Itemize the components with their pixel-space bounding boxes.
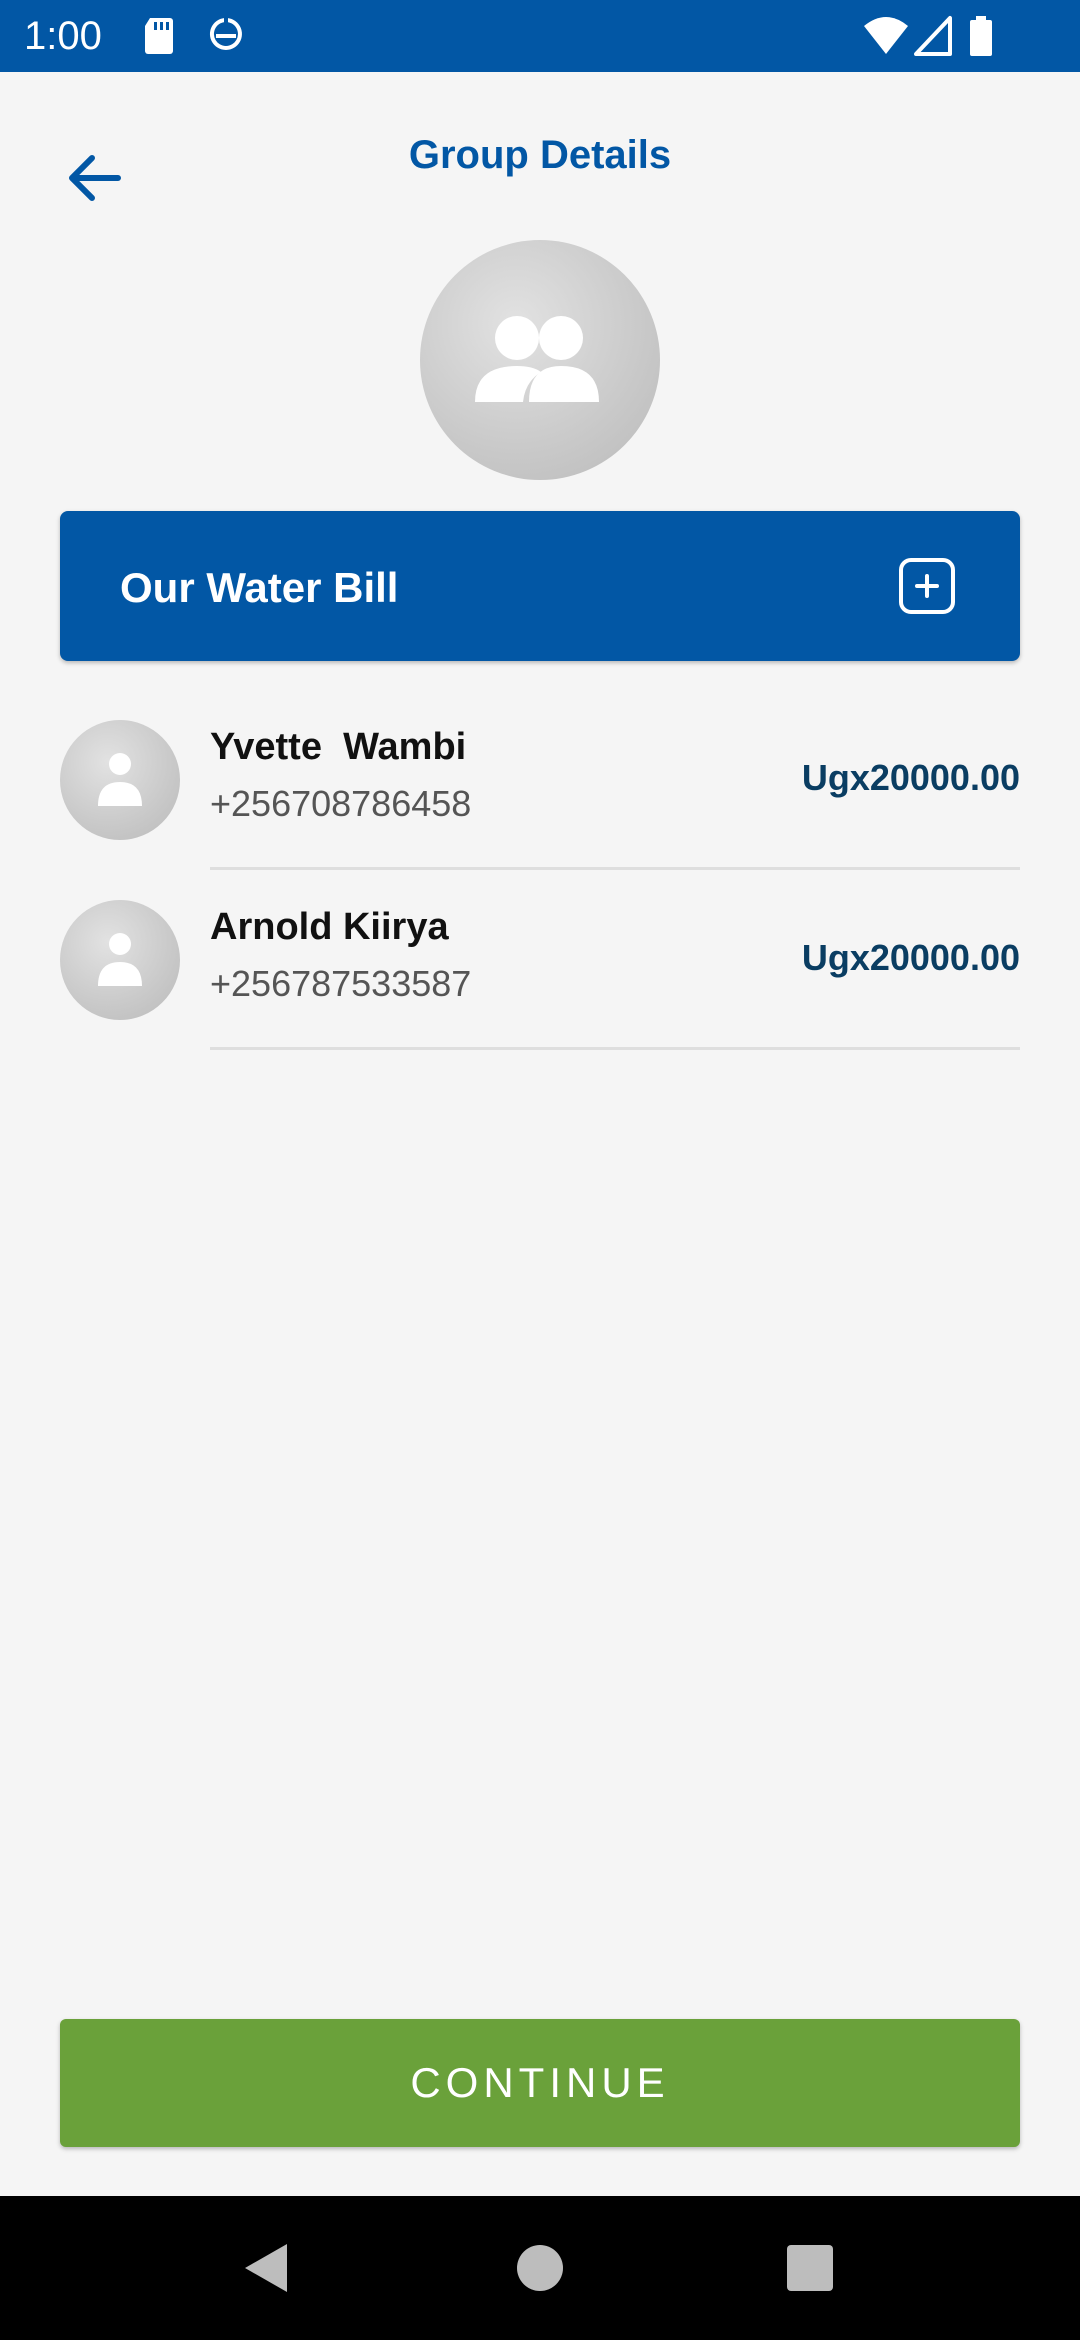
sd-card-icon <box>140 14 180 58</box>
status-time: 1:00 <box>24 14 102 58</box>
navigation-bar <box>0 2196 1080 2340</box>
group-avatar <box>420 240 660 480</box>
nav-recents-button[interactable] <box>780 2238 840 2298</box>
battery-icon <box>966 14 996 58</box>
group-name: Our Water Bill <box>120 564 399 611</box>
back-triangle-icon <box>245 2244 287 2292</box>
add-member-icon <box>899 558 955 614</box>
person-icon <box>98 753 142 806</box>
member-name: Yvette Wambi <box>210 726 467 768</box>
group-banner: Our Water Bill <box>60 511 1020 661</box>
divider <box>210 1047 1020 1050</box>
member-name: Arnold Kiirya <box>210 906 449 948</box>
wifi-icon <box>862 14 910 58</box>
page-title: Group Details <box>408 133 672 177</box>
data-saver-icon <box>206 14 246 58</box>
home-circle-icon <box>517 2245 563 2291</box>
member-avatar <box>60 720 180 840</box>
add-member-button[interactable] <box>898 557 956 615</box>
recents-square-icon <box>787 2245 833 2291</box>
member-phone: +256708786458 <box>210 783 472 824</box>
member-row[interactable]: Arnold Kiirya +256787533587 Ugx20000.00 <box>0 880 1080 1060</box>
nav-home-button[interactable] <box>510 2238 570 2298</box>
header: Group Details <box>0 72 1080 242</box>
member-avatar <box>60 900 180 1020</box>
status-bar: 1:00 <box>0 0 1080 72</box>
divider <box>210 867 1020 870</box>
person-icon <box>98 933 142 986</box>
member-list: Yvette Wambi +256708786458 Ugx20000.00 A… <box>0 700 1080 1060</box>
member-row[interactable]: Yvette Wambi +256708786458 Ugx20000.00 <box>0 700 1080 880</box>
nav-back-button[interactable] <box>237 2238 297 2298</box>
member-amount: Ugx20000.00 <box>801 757 1020 798</box>
member-phone: +256787533587 <box>210 963 472 1004</box>
group-people-icon <box>475 316 599 402</box>
continue-button[interactable]: CONTINUE <box>60 2019 1020 2147</box>
member-amount: Ugx20000.00 <box>801 937 1020 978</box>
cell-signal-icon <box>914 14 954 58</box>
